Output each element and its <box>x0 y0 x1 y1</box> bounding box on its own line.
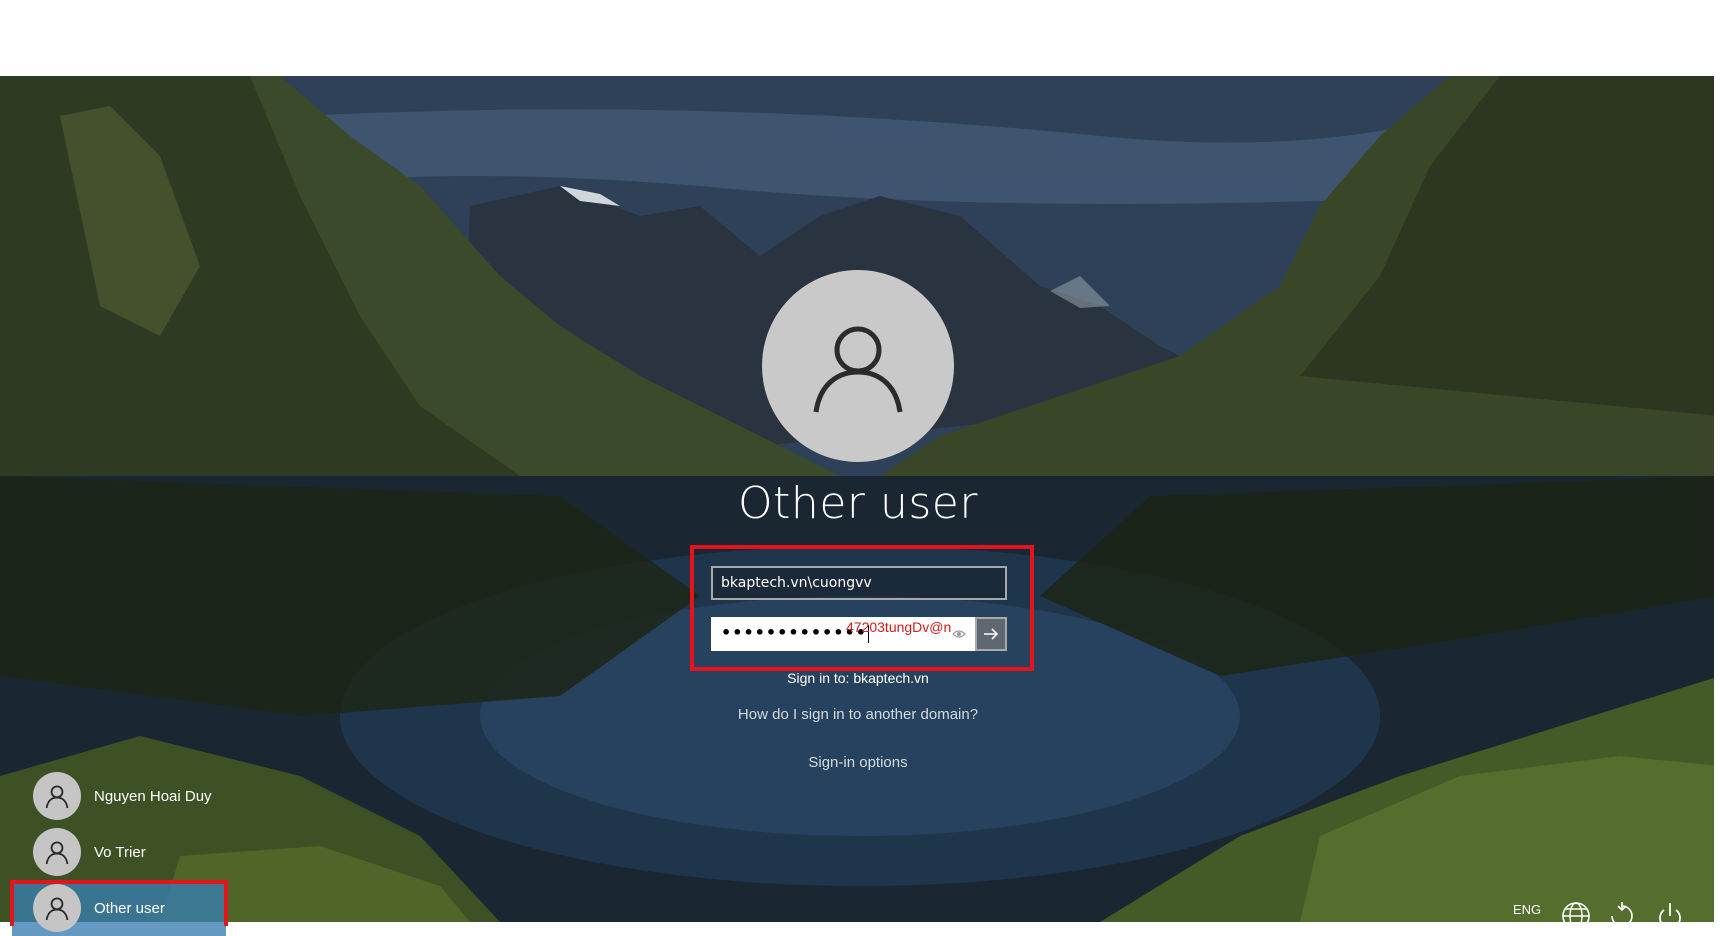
sign-in-domain-text: Sign in to: bkaptech.vn <box>787 670 929 686</box>
top-margin <box>0 0 1720 76</box>
right-margin <box>1714 76 1720 922</box>
user-item-nguyen-hoai-duy[interactable]: Nguyen Hoai Duy <box>12 768 226 824</box>
eye-icon[interactable] <box>952 627 966 641</box>
arrow-right-icon <box>984 628 999 640</box>
ease-of-access-icon[interactable] <box>1606 900 1638 926</box>
globe-icon[interactable] <box>1560 900 1592 926</box>
avatar <box>33 828 81 876</box>
page-title: Other user <box>738 478 978 529</box>
username-field[interactable]: bkaptech.vn\cuongvv <box>711 566 1007 600</box>
password-annotation: 47203tungDv@n <box>846 619 952 635</box>
user-item-label: Vo Trier <box>94 843 146 861</box>
user-silhouette-icon <box>813 326 903 413</box>
another-domain-link[interactable]: How do I sign in to another domain? <box>620 706 1096 723</box>
language-indicator[interactable]: ENG <box>1513 902 1541 917</box>
user-avatar <box>762 270 954 462</box>
selected-user-highlight <box>10 880 228 926</box>
power-icon[interactable] <box>1654 900 1686 926</box>
credentials-highlight <box>690 545 1034 671</box>
avatar <box>33 772 81 820</box>
user-item-vo-trier[interactable]: Vo Trier <box>12 824 226 880</box>
sign-in-options-link[interactable]: Sign-in options <box>620 754 1096 771</box>
submit-button[interactable] <box>975 617 1007 651</box>
user-silhouette-icon <box>45 841 69 865</box>
user-silhouette-icon <box>45 785 69 809</box>
user-item-label: Nguyen Hoai Duy <box>94 787 212 805</box>
